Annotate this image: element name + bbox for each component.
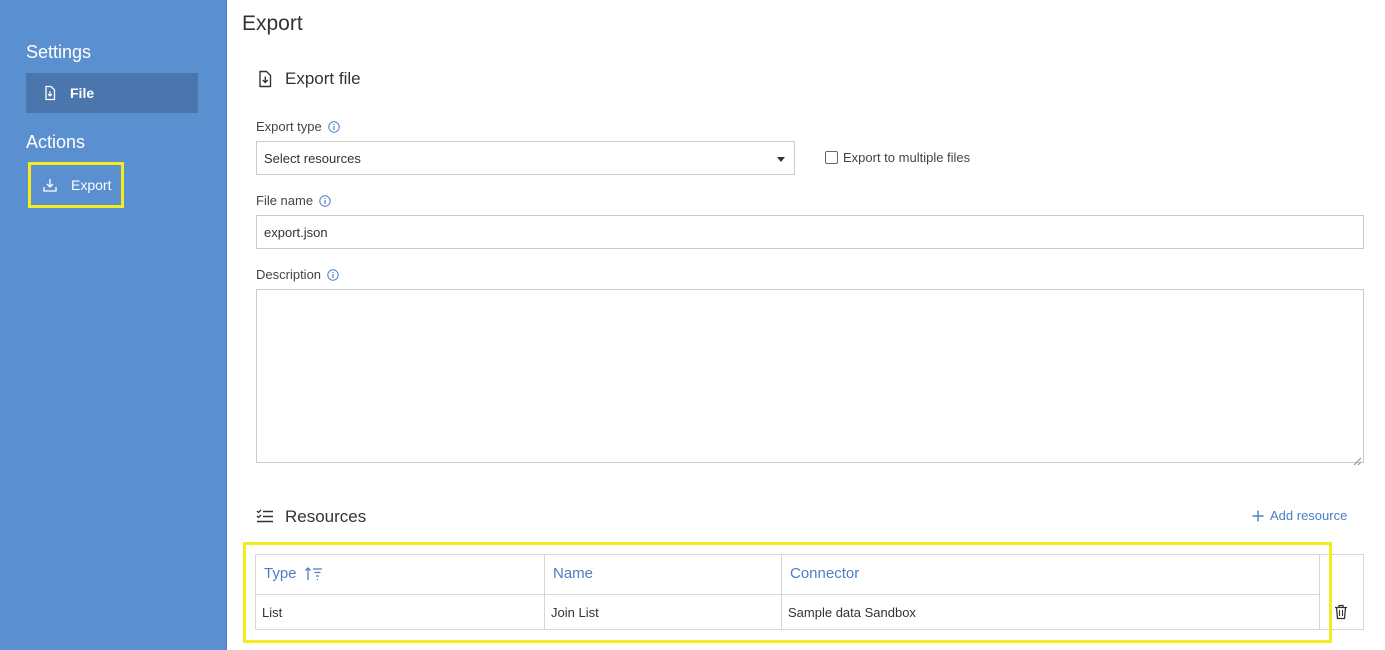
add-resource-label: Add resource [1270, 508, 1348, 523]
info-icon[interactable] [327, 268, 339, 281]
export-multiple-files-checkbox[interactable] [825, 151, 838, 164]
delete-icon[interactable] [1334, 604, 1348, 620]
settings-heading: Settings [26, 42, 92, 62]
export-multiple-files-label: Export to multiple files [843, 150, 971, 165]
table-cell-type: List [262, 605, 283, 620]
export-type-select[interactable]: Select resources [256, 141, 795, 175]
actions-heading: Actions [26, 132, 86, 152]
plus-icon [1252, 510, 1264, 522]
page-title: Export [242, 12, 303, 35]
file-name-input[interactable]: export.json [256, 215, 1364, 249]
resize-grip-icon[interactable] [1353, 452, 1362, 466]
file-name-label-text: File name [256, 193, 314, 208]
table-header-type-label: Type [264, 565, 297, 582]
checklist-icon [256, 508, 274, 526]
resources-table: Type Name Connector List Join List Sampl… [255, 554, 1364, 630]
export-type-select-value: Select resources [264, 150, 361, 166]
resources-section-title: Resources [256, 507, 366, 527]
info-icon[interactable] [328, 120, 340, 133]
file-name-input-value: export.json [264, 224, 328, 240]
table-header-connector[interactable]: Connector [790, 565, 859, 582]
resources-title-text: Resources [285, 507, 367, 526]
sidebar-item-file[interactable]: File [26, 73, 198, 113]
header-divider [256, 594, 1320, 595]
table-cell-connector: Sample data Sandbox [788, 605, 916, 620]
file-name-label: File name [256, 193, 331, 208]
add-resource-button[interactable]: Add resource [1252, 508, 1347, 523]
info-icon[interactable] [319, 194, 331, 207]
sort-ascending-icon[interactable] [304, 566, 324, 582]
sidebar-item-export-label: Export [71, 177, 112, 193]
table-cell-name: Join List [551, 605, 599, 620]
table-header-name[interactable]: Name [553, 565, 593, 582]
export-type-label: Export type [256, 119, 340, 134]
export-type-label-text: Export type [256, 119, 322, 134]
description-textarea[interactable] [256, 289, 1364, 466]
export-file-section-title: Export file [256, 69, 361, 89]
download-icon [42, 177, 58, 193]
file-icon [42, 85, 58, 101]
sidebar-item-export[interactable]: Export [28, 162, 124, 208]
sidebar-item-file-label: File [70, 85, 95, 101]
export-file-title-text: Export file [285, 69, 361, 88]
table-header-type[interactable]: Type [264, 565, 324, 582]
file-download-icon [256, 70, 274, 88]
export-multiple-files-option[interactable]: Export to multiple files [825, 150, 970, 165]
sidebar: Settings File Actions Export [0, 0, 227, 650]
description-label: Description [256, 267, 339, 282]
description-label-text: Description [256, 267, 322, 282]
caret-down-icon [777, 157, 785, 162]
